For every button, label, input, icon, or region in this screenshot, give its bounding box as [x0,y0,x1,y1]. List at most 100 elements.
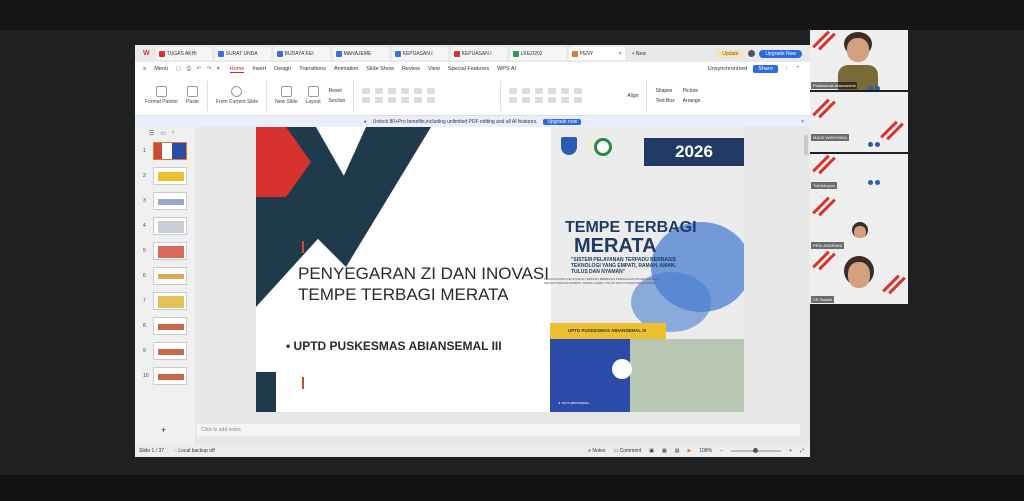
slide-thumbnail[interactable]: 2 [143,166,188,186]
document-tab[interactable]: KEPUASAN I [391,47,448,60]
menu-item-home[interactable]: Home [229,66,245,73]
paragraph-formatting-controls[interactable] [509,88,619,103]
hamburger-menu-icon[interactable]: ≡ [143,66,146,72]
new-tab-button[interactable]: + New [632,51,646,57]
vertical-scrollbar[interactable] [804,135,808,155]
format-painter-button[interactable]: Format Painter [145,86,178,105]
slide-thumbnail[interactable]: 1 [143,141,188,161]
zoom-out-icon[interactable]: − [720,448,723,454]
editing-area: ☰ ▭ › 1 2 3 4 5 6 7 8 9 10 + 2026 TEMPE … [135,127,810,445]
slide-thumbnail[interactable]: 8 [143,316,188,336]
red-stripes-decoration [812,98,836,119]
slide-sorter-icon[interactable]: ▦ [662,448,667,454]
layout-button[interactable]: Layout [306,86,321,105]
participant-tile[interactable]: Tuti Adnyani [810,154,908,196]
list-view-icon[interactable]: ☰ [149,130,154,137]
slide-thumbnail[interactable]: 7 [143,291,188,311]
outline-view-icon[interactable]: ▭ [160,130,166,137]
slide-thumbnail[interactable]: 5 [143,241,188,261]
ribbon-divider [266,80,268,111]
participant-tile[interactable]: Puskesmas Abiansemal [810,30,908,90]
slide-thumbnail-preview [153,167,187,185]
slide-title[interactable]: PENYEGARAN ZI DAN INOVASI TEMPE TERBAGI … [298,263,558,305]
align-button[interactable]: Align [627,93,638,99]
shapes-button[interactable]: Shapes [655,88,674,94]
status-bar: Slide 1 / 37 ◌ Local backup off ≡ Notes … [135,445,810,457]
slide-bullet-text[interactable]: • UPTD PUSKESMAS ABIANSEMAL III [286,339,502,353]
share-button[interactable]: Share [753,65,778,73]
info-icon: ● [363,118,367,125]
local-backup-status[interactable]: ◌ Local backup off [174,448,215,454]
document-tab-active[interactable]: PENY × [568,47,625,60]
slide-thumbnail[interactable]: 3 [143,191,188,211]
reading-view-icon[interactable]: ▤ [675,448,680,454]
slide-thumbnail[interactable]: 10 [143,366,188,386]
reset-button[interactable]: Reset [329,88,346,94]
menu-item-review[interactable]: Review [402,66,420,72]
document-tab[interactable]: LKE2I202 [509,47,566,60]
new-slide-button[interactable]: New Slide [275,86,298,105]
collapse-ribbon-icon[interactable]: ⌃ [795,66,800,72]
slideshow-icon[interactable]: ▶ [687,448,691,454]
poster-yellow-banner: UPTD PUSKESMAS ABIANSEMAL III [550,323,666,339]
more-options-icon[interactable]: ⋮ [784,66,790,72]
chevron-right-icon[interactable]: › [172,130,174,136]
notes-input[interactable]: Click to add notes [197,424,800,436]
menu-item-menu[interactable]: Menu [154,66,168,72]
menu-item-wps-ai[interactable]: WPS AI [497,66,516,72]
close-icon[interactable]: × [619,51,622,57]
slide-thumbnail[interactable]: 6 [143,266,188,286]
close-icon[interactable]: × [801,119,804,125]
slide-thumbnail-preview [153,267,187,285]
promo-upgrade-button[interactable]: Upgrade now [543,118,582,125]
zoom-in-icon[interactable]: + [789,448,792,454]
poster-subtitle: "SISTEM PELAYANAN TERPADU BERBASIS TEKNO… [571,257,676,275]
participant-tile[interactable]: MADE WIDHYANA [810,92,908,152]
flower-logo-icon [612,359,632,379]
menu-item-design[interactable]: Design [274,66,291,72]
zoom-slider[interactable] [731,448,782,453]
participant-tile[interactable]: CR Swasti [810,250,908,304]
paste-button[interactable]: Paste [186,86,199,105]
menu-item-insert[interactable]: Insert [252,66,266,72]
document-tab[interactable]: KEPUASAN I [450,47,507,60]
fit-window-icon[interactable]: ⤢ [800,448,804,454]
document-tab[interactable]: SURAT UNDA [214,47,271,60]
menu-bar: ≡ Menu ▢ ⎙ ↶ ↷ ▾ Home Insert Design Tran… [135,62,810,76]
comment-toggle[interactable]: ▭ Comment [613,448,641,454]
avatar-icon[interactable] [748,50,756,57]
normal-view-icon[interactable]: ▣ [649,448,654,454]
document-tab[interactable]: BUDAYA KEI [273,47,330,60]
update-button[interactable]: Update [716,49,745,58]
quick-access-icons[interactable]: ▢ ⎙ ↶ ↷ ▾ [176,66,222,73]
menu-item-special-features[interactable]: Special Features [448,66,489,72]
section-button[interactable]: Section [329,98,346,104]
document-tab[interactable]: MANAJEME [332,47,389,60]
slide-thumbnail[interactable]: 4 [143,216,188,236]
menu-item-view[interactable]: View [428,66,440,72]
participant-face [848,262,870,288]
participant-tile[interactable]: PENI ANDRIANI [810,196,908,250]
menu-item-transitions[interactable]: Transitions [299,66,326,72]
upgrade-now-button[interactable]: Upgrade Now [759,49,802,58]
font-formatting-controls[interactable] [362,88,492,103]
slide-thumbnail[interactable]: 9 [143,341,188,361]
zoom-slider-knob[interactable] [753,448,759,453]
document-tab[interactable]: TUGAS AKHI [155,47,212,60]
add-slide-button[interactable]: + [161,425,166,435]
arrange-button[interactable]: Arrange [683,98,701,104]
menu-item-animation[interactable]: Animation [334,66,358,72]
red-stripes-decoration [882,274,906,295]
text-box-button[interactable]: Text Box [655,98,674,104]
zoom-level[interactable]: 108% [699,448,712,454]
document-type-icon [158,50,165,57]
menu-item-slide-show[interactable]: Slide Show [366,66,394,72]
slide-thumbnail-preview [153,192,187,210]
notes-toggle[interactable]: ≡ Notes [588,448,605,454]
red-stripes-decoration [812,196,836,217]
from-current-slide-button[interactable]: From Current Slide [216,86,258,105]
picture-button[interactable]: Picture [683,88,701,94]
slide-canvas[interactable]: 2026 TEMPE TERBAGI MERATA "SISTEM PELAYA… [256,127,744,412]
slide-thumbnail-preview [153,367,187,385]
sync-status[interactable]: Unsynchronized [708,66,747,72]
